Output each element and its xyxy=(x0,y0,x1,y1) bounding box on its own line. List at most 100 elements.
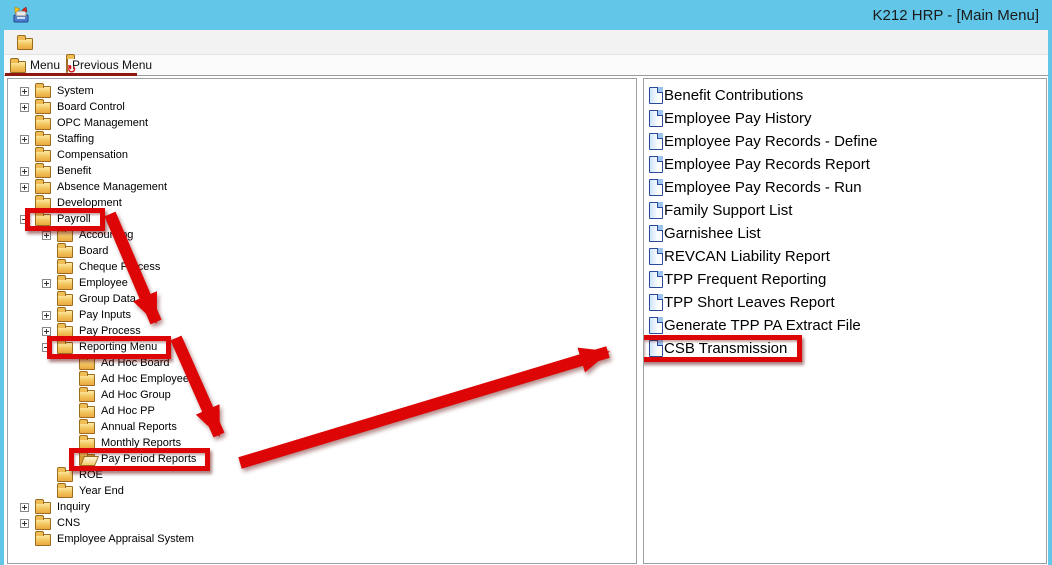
list-item[interactable]: Employee Pay Records - Define xyxy=(644,130,1046,153)
previous-menu-button[interactable]: ↻ Previous Menu xyxy=(66,58,152,72)
tree-item[interactable]: Development xyxy=(8,195,636,211)
menu-item[interactable] xyxy=(45,38,65,46)
tree-item[interactable]: Group Data xyxy=(8,291,636,307)
list-item-content[interactable]: TPP Frequent Reporting xyxy=(649,271,830,288)
tree-item[interactable]: Ad Hoc Group xyxy=(8,387,636,403)
list-item[interactable]: CSB Transmission xyxy=(644,337,1046,360)
tree-item[interactable]: Employee Appraisal System xyxy=(8,531,636,547)
tree-item[interactable]: Ad Hoc PP xyxy=(8,403,636,419)
expander-icon[interactable] xyxy=(42,231,51,240)
tree-item[interactable]: Cheque Process xyxy=(8,259,636,275)
tree-item-content[interactable]: Board xyxy=(57,245,111,258)
tree-item[interactable]: Pay Inputs xyxy=(8,307,636,323)
list-item[interactable]: TPP Short Leaves Report xyxy=(644,291,1046,314)
tree-item[interactable]: Pay Period Reports xyxy=(8,451,636,467)
tree-item[interactable]: Ad Hoc Employee xyxy=(8,371,636,387)
tree-item[interactable]: System xyxy=(8,83,636,99)
list-item-content[interactable]: Employee Pay Records Report xyxy=(649,156,874,173)
tree-item[interactable]: Benefit xyxy=(8,163,636,179)
menu-item[interactable] xyxy=(145,38,165,46)
tree-item[interactable]: Year End xyxy=(8,483,636,499)
tree-item[interactable]: Accounting xyxy=(8,227,636,243)
list-item[interactable]: TPP Frequent Reporting xyxy=(644,268,1046,291)
expander-icon[interactable] xyxy=(20,87,29,96)
tree-item-content[interactable]: Ad Hoc Board xyxy=(79,357,172,370)
expander-icon[interactable] xyxy=(42,343,51,352)
expander-icon[interactable] xyxy=(42,327,51,336)
tree-item[interactable]: Annual Reports xyxy=(8,419,636,435)
tree-item-content[interactable]: Pay Process xyxy=(57,325,144,338)
tree-item-content[interactable]: Ad Hoc PP xyxy=(79,405,158,418)
tree-item[interactable]: Pay Process xyxy=(8,323,636,339)
list-item[interactable]: Employee Pay Records - Run xyxy=(644,176,1046,199)
list-item[interactable]: REVCAN Liability Report xyxy=(644,245,1046,268)
list-item-content[interactable]: Family Support List xyxy=(649,202,796,219)
list-item-content[interactable]: Employee Pay History xyxy=(649,110,816,127)
tree-item[interactable]: Absence Management xyxy=(8,179,636,195)
tree-item[interactable]: Board Control xyxy=(8,99,636,115)
tree-item-content[interactable]: Annual Reports xyxy=(79,421,180,434)
tree-item-content[interactable]: Pay Period Reports xyxy=(79,453,199,466)
tree-item-content[interactable]: Accounting xyxy=(57,229,136,242)
tree-item-content[interactable]: Employee xyxy=(57,277,131,290)
tree-item[interactable]: Monthly Reports xyxy=(8,435,636,451)
tree-item-content[interactable]: Group Data xyxy=(57,293,139,306)
expander-icon[interactable] xyxy=(20,103,29,112)
list-item-content[interactable]: Employee Pay Records - Define xyxy=(649,133,881,150)
tree-item-content[interactable]: Staffing xyxy=(35,133,97,146)
menu-item[interactable] xyxy=(105,38,125,46)
tree-item[interactable]: ROE xyxy=(8,467,636,483)
tree-item[interactable]: Board xyxy=(8,243,636,259)
menu-button[interactable]: Menu xyxy=(10,58,60,73)
tree-item-content[interactable]: Absence Management xyxy=(35,181,170,194)
expander-icon[interactable] xyxy=(20,135,29,144)
tree-item-content[interactable]: Board Control xyxy=(35,101,128,114)
list-item-content[interactable]: TPP Short Leaves Report xyxy=(649,294,839,311)
tree-item-content[interactable]: Inquiry xyxy=(35,501,93,514)
tree-item-content[interactable]: Year End xyxy=(57,485,127,498)
list-item[interactable]: Employee Pay Records Report xyxy=(644,153,1046,176)
tree-item-content[interactable]: Reporting Menu xyxy=(57,341,160,354)
tree-item[interactable]: Reporting Menu xyxy=(8,339,636,355)
expander-icon[interactable] xyxy=(42,279,51,288)
list-item-content[interactable]: CSB Transmission xyxy=(649,340,791,357)
tree-item-content[interactable]: Benefit xyxy=(35,165,94,178)
expander-icon[interactable] xyxy=(20,503,29,512)
list-item[interactable]: Generate TPP PA Extract File xyxy=(644,314,1046,337)
tree-item-content[interactable]: Pay Inputs xyxy=(57,309,134,322)
tree-item-content[interactable]: Monthly Reports xyxy=(79,437,184,450)
tree-item-content[interactable]: OPC Management xyxy=(35,117,151,130)
tree-item-content[interactable]: Ad Hoc Employee xyxy=(79,373,192,386)
tree-item[interactable]: Compensation xyxy=(8,147,636,163)
tree-item-content[interactable]: ROE xyxy=(57,469,106,482)
list-item-content[interactable]: Generate TPP PA Extract File xyxy=(649,317,865,334)
tree-item-content[interactable]: Ad Hoc Group xyxy=(79,389,174,402)
menu-item[interactable] xyxy=(65,38,85,46)
tree-item-content[interactable]: System xyxy=(35,85,97,98)
tree-item[interactable]: CNS xyxy=(8,515,636,531)
expander-icon[interactable] xyxy=(20,215,29,224)
tree-item[interactable]: Payroll xyxy=(8,211,636,227)
tree-item[interactable]: Staffing xyxy=(8,131,636,147)
tree-item[interactable]: Ad Hoc Board xyxy=(8,355,636,371)
tree-item-content[interactable]: Payroll xyxy=(35,213,94,226)
tree-item-content[interactable]: Development xyxy=(35,197,125,210)
tree-item-content[interactable]: Cheque Process xyxy=(57,261,163,274)
list-item[interactable]: Garnishee List xyxy=(644,222,1046,245)
expander-icon[interactable] xyxy=(42,311,51,320)
list-item[interactable]: Benefit Contributions xyxy=(644,84,1046,107)
expander-icon[interactable] xyxy=(20,519,29,528)
list-item[interactable]: Employee Pay History xyxy=(644,107,1046,130)
list-item-content[interactable]: Employee Pay Records - Run xyxy=(649,179,866,196)
list-item-content[interactable]: Benefit Contributions xyxy=(649,87,807,104)
tree-item[interactable]: Employee xyxy=(8,275,636,291)
menu-item[interactable] xyxy=(125,38,145,46)
menu-item[interactable] xyxy=(85,38,105,46)
expander-icon[interactable] xyxy=(20,183,29,192)
tree-item[interactable]: Inquiry xyxy=(8,499,636,515)
list-item[interactable]: Family Support List xyxy=(644,199,1046,222)
tree-item-content[interactable]: Compensation xyxy=(35,149,131,162)
tree-item[interactable]: OPC Management xyxy=(8,115,636,131)
list-item-content[interactable]: REVCAN Liability Report xyxy=(649,248,834,265)
tree-item-content[interactable]: CNS xyxy=(35,517,83,530)
